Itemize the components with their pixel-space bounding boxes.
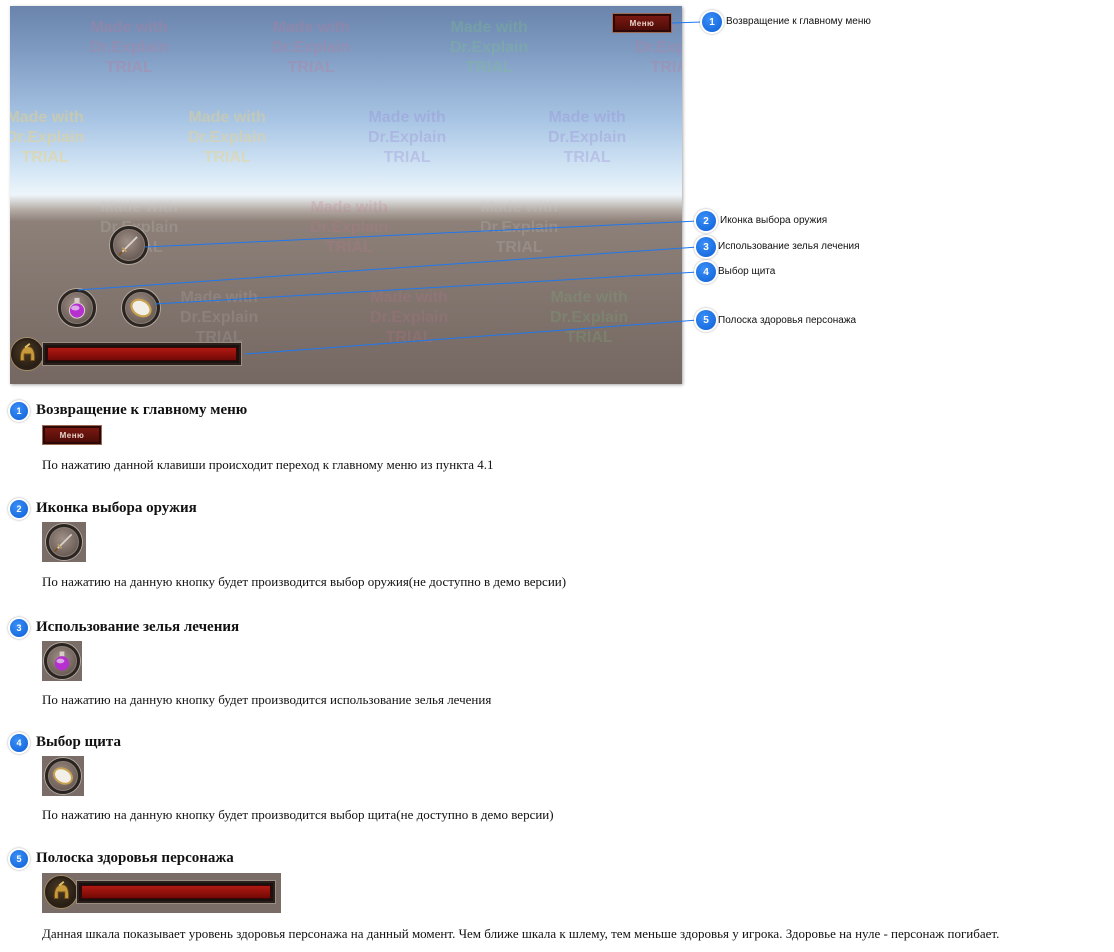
section-title: Иконка выбора оружия <box>36 500 197 516</box>
section-description: По нажатию на данную кнопку будет произв… <box>42 574 567 589</box>
health-bar <box>43 343 241 365</box>
callout-label-1: Возвращение к главному меню <box>726 16 871 27</box>
watermark: Made with Dr.Explain TRIAL <box>368 109 447 166</box>
section-main-menu: 1 Возвращение к главному меню Меню По на… <box>10 402 1110 482</box>
section-badge: 4 <box>10 734 28 752</box>
shield-icon <box>130 298 152 318</box>
potion-icon <box>54 651 70 671</box>
section-badge: 1 <box>10 402 28 420</box>
health-bar-fill <box>81 885 271 899</box>
shield-button-image <box>45 758 81 794</box>
main-menu-button[interactable]: Меню <box>613 14 671 32</box>
section-badge: 5 <box>10 850 28 868</box>
section-title: Использование зелья лечения <box>36 619 240 635</box>
health-bar-widget <box>10 338 244 372</box>
section-badge: 2 <box>10 500 28 518</box>
section-image: Меню <box>42 425 102 445</box>
section-description: По нажатию на данную кнопку будет произв… <box>42 807 554 822</box>
callout-label-3: Использование зелья лечения <box>718 241 860 252</box>
section-image <box>42 641 82 681</box>
watermark: Made with Dr.Explain TRIAL <box>480 199 559 256</box>
game-screenshot: Made with Dr.Explain TRIAL Made with Dr.… <box>10 6 682 384</box>
section-description: По нажатию на данную кнопку будет произв… <box>42 692 492 707</box>
section-title: Выбор щита <box>36 734 121 750</box>
section-badge: 3 <box>10 619 28 637</box>
callout-label-2: Иконка выбора оружия <box>720 215 828 226</box>
menu-button-image: Меню <box>43 426 101 444</box>
potion-button-image <box>44 643 80 679</box>
sword-icon <box>53 534 72 553</box>
watermark: Made with Dr.Explain TRIAL <box>370 289 449 346</box>
callout-badge-3: 3 <box>696 237 716 257</box>
sword-icon <box>118 236 138 256</box>
helmet-icon <box>11 338 43 370</box>
section-image <box>42 756 84 796</box>
section-title: Возвращение к главному меню <box>36 402 248 418</box>
watermark: Made with Dr.Explain TRIAL <box>272 19 351 76</box>
weapon-button-image <box>46 524 82 560</box>
callout-badge-5: 5 <box>696 310 716 330</box>
watermark: Made with Dr.Explain TRIAL <box>548 109 627 166</box>
watermark: Made with Dr.Explain TRIAL <box>310 199 389 256</box>
section-health-bar: 5 Полоска здоровья персонажа Данная шкал… <box>10 850 1110 950</box>
health-bar-image <box>44 876 278 910</box>
shield-select-button[interactable] <box>122 289 160 327</box>
watermark: Made with Dr.Explain TRIAL <box>90 19 169 76</box>
helmet-icon <box>45 876 77 908</box>
weapon-select-button[interactable] <box>110 226 148 264</box>
section-shield: 4 Выбор щита По нажатию на данную кнопку… <box>10 734 1110 829</box>
watermark: Made with Dr.Explain TRIAL <box>550 289 629 346</box>
callout-badge-1: 1 <box>702 12 722 32</box>
health-bar-fill <box>47 347 237 361</box>
callout-label-5: Полоска здоровья персонажа <box>718 315 857 326</box>
section-image <box>42 522 86 562</box>
section-weapon: 2 Иконка выбора оружия По нажатию на дан… <box>10 500 1110 595</box>
watermark: Made with Dr.Explain TRIAL <box>10 109 85 166</box>
potion-icon <box>68 297 86 319</box>
potion-button[interactable] <box>58 289 96 327</box>
health-bar <box>77 881 275 903</box>
watermark: Made with Dr.Explain TRIAL <box>188 109 267 166</box>
section-title: Полоска здоровья персонажа <box>36 850 234 866</box>
callout-badge-4: 4 <box>696 262 716 282</box>
shield-icon <box>53 767 73 785</box>
callout-badge-2: 2 <box>696 211 716 231</box>
section-description: По нажатию данной клавиши происходит пер… <box>42 457 494 472</box>
section-description: Данная шкала показывает уровень здоровья… <box>42 926 1000 941</box>
callout-label-4: Выбор щита <box>718 266 776 277</box>
section-image <box>42 873 281 913</box>
watermark: Made with Dr.Explain TRIAL <box>450 19 529 76</box>
section-potion: 3 Использование зелья лечения По нажатию… <box>10 619 1110 714</box>
